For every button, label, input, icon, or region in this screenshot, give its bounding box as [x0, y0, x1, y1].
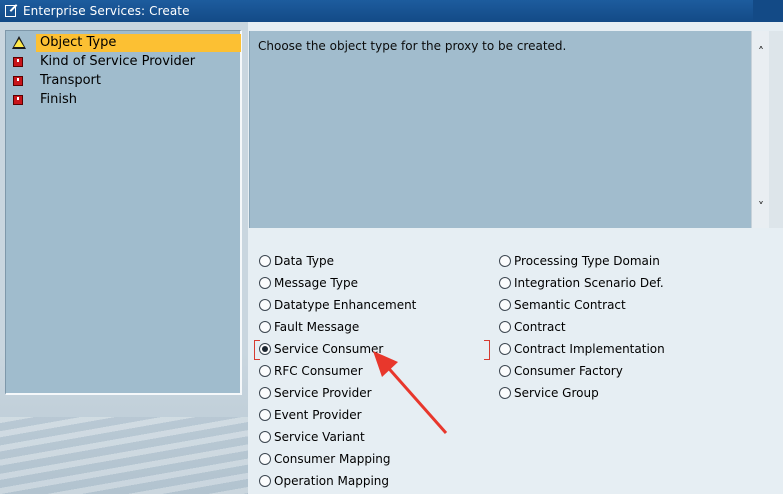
option-message-type[interactable]: Message Type: [259, 274, 358, 292]
step-label: Transport: [40, 73, 102, 88]
option-data-type[interactable]: Data Type: [259, 252, 334, 270]
option-label: Processing Type Domain: [514, 254, 660, 268]
radio-button[interactable]: [259, 453, 271, 465]
window-titlebar: Enterprise Services: Create: [0, 0, 783, 22]
description-scrollbar[interactable]: ˄ ˅: [751, 31, 769, 228]
chevron-down-icon[interactable]: ˅: [755, 201, 767, 213]
option-integration-scenario-def[interactable]: Integration Scenario Def.: [499, 274, 664, 292]
step-label: Object Type: [36, 34, 241, 52]
radio-button[interactable]: [499, 299, 511, 311]
option-label: Semantic Contract: [514, 298, 626, 312]
option-event-provider[interactable]: Event Provider: [259, 406, 362, 424]
option-label: Service Variant: [274, 430, 365, 444]
focus-bracket-left: [254, 340, 260, 360]
radio-button[interactable]: [499, 277, 511, 289]
focus-bracket-right: [484, 340, 490, 360]
step-kind-of-service-provider[interactable]: Kind of Service Provider: [8, 53, 241, 71]
radio-button[interactable]: [499, 255, 511, 267]
option-label: Integration Scenario Def.: [514, 276, 664, 290]
radio-button[interactable]: [259, 475, 271, 487]
option-label: Service Provider: [274, 386, 372, 400]
red-stop-icon: [13, 57, 23, 67]
chevron-up-icon[interactable]: ˄: [755, 46, 767, 58]
option-label: Consumer Mapping: [274, 452, 391, 466]
option-label: Message Type: [274, 276, 358, 290]
radio-button[interactable]: [259, 365, 271, 377]
option-label: Consumer Factory: [514, 364, 623, 378]
annotation-arrow-icon: [373, 351, 448, 434]
create-document-icon: [4, 4, 18, 18]
option-label: Datatype Enhancement: [274, 298, 417, 312]
red-stop-icon: [13, 76, 23, 86]
option-service-group[interactable]: Service Group: [499, 384, 599, 402]
option-label: Service Group: [514, 386, 599, 400]
option-label: Contract: [514, 320, 566, 334]
window-title: Enterprise Services: Create: [23, 4, 190, 18]
radio-button[interactable]: [259, 299, 271, 311]
option-service-variant[interactable]: Service Variant: [259, 428, 365, 446]
option-processing-type-domain[interactable]: Processing Type Domain: [499, 252, 660, 270]
option-label: RFC Consumer: [274, 364, 363, 378]
radio-button-selected[interactable]: [259, 343, 271, 355]
option-consumer-mapping[interactable]: Consumer Mapping: [259, 450, 391, 468]
decorative-background: [0, 417, 248, 494]
radio-button[interactable]: [499, 343, 511, 355]
radio-button[interactable]: [259, 255, 271, 267]
option-datatype-enhancement[interactable]: Datatype Enhancement: [259, 296, 416, 314]
wizard-step-list: Object Type Kind of Service Provider Tra…: [5, 30, 242, 395]
option-fault-message[interactable]: Fault Message: [259, 318, 359, 336]
radio-button[interactable]: [259, 387, 271, 399]
radio-button[interactable]: [499, 321, 511, 333]
step-object-type[interactable]: Object Type: [8, 34, 241, 52]
option-rfc-consumer[interactable]: RFC Consumer: [259, 362, 363, 380]
warning-triangle-icon: [12, 36, 26, 49]
titlebar-controls: [753, 0, 783, 22]
step-label: Kind of Service Provider: [40, 54, 196, 69]
option-service-provider[interactable]: Service Provider: [259, 384, 372, 402]
option-operation-mapping[interactable]: Operation Mapping: [259, 472, 389, 490]
radio-button[interactable]: [259, 277, 271, 289]
radio-button[interactable]: [259, 321, 271, 333]
option-contract-implementation[interactable]: Contract Implementation: [499, 340, 665, 358]
red-stop-icon: [13, 95, 23, 105]
step-finish[interactable]: Finish: [8, 91, 241, 109]
window-edge: [769, 31, 783, 228]
option-label: Contract Implementation: [514, 342, 665, 356]
radio-button[interactable]: [259, 431, 271, 443]
radio-button[interactable]: [499, 387, 511, 399]
option-contract[interactable]: Contract: [499, 318, 566, 336]
description-text: Choose the object type for the proxy to …: [258, 39, 567, 53]
option-label: Fault Message: [274, 320, 360, 334]
option-label: Data Type: [274, 254, 335, 268]
step-transport[interactable]: Transport: [8, 72, 241, 90]
description-box: Choose the object type for the proxy to …: [249, 31, 751, 228]
option-consumer-factory[interactable]: Consumer Factory: [499, 362, 623, 380]
radio-button[interactable]: [259, 409, 271, 421]
option-semantic-contract[interactable]: Semantic Contract: [499, 296, 626, 314]
step-label: Finish: [40, 92, 78, 107]
option-label: Operation Mapping: [274, 474, 390, 488]
option-label: Event Provider: [274, 408, 362, 422]
radio-button[interactable]: [499, 365, 511, 377]
